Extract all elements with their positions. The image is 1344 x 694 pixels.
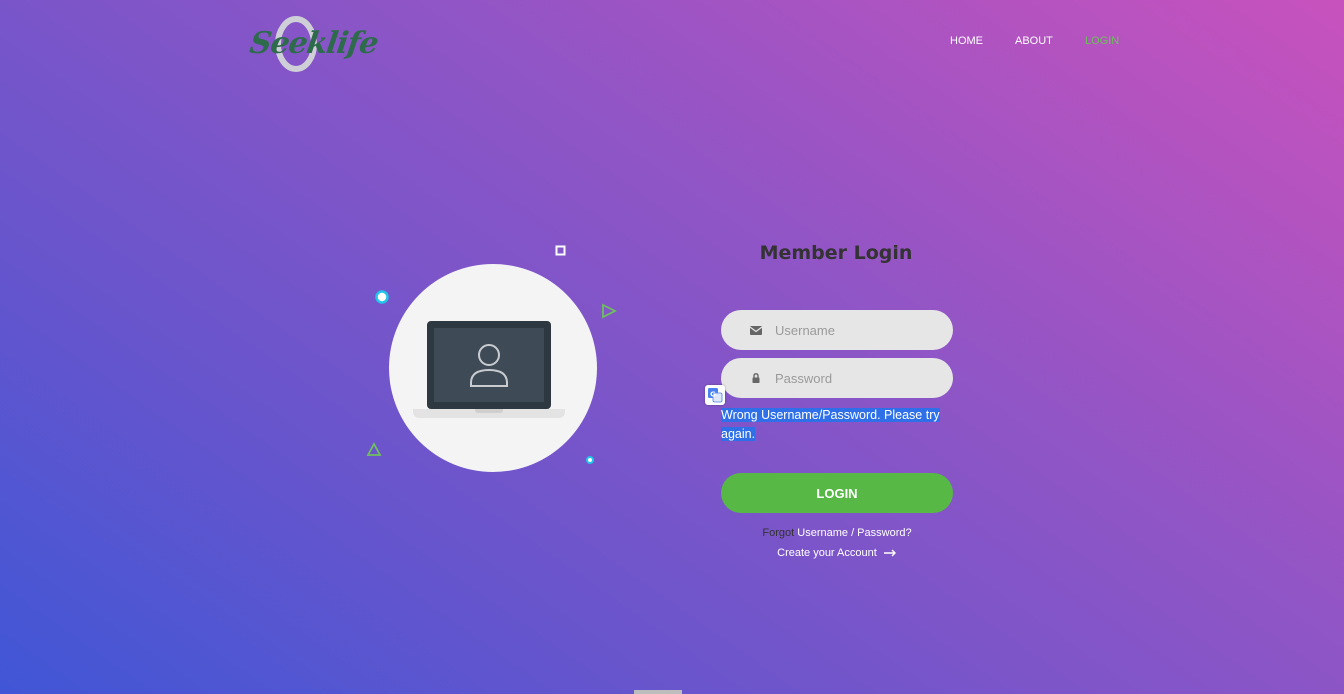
create-account-link[interactable]: Create your Account <box>777 547 877 559</box>
bottom-scroll-indicator <box>634 690 682 694</box>
translate-glyph-icon: G <box>708 388 723 403</box>
nav-login[interactable]: LOGIN <box>1085 35 1119 47</box>
laptop-display <box>434 328 544 402</box>
error-message: Wrong Username/Password. Please try agai… <box>721 406 953 444</box>
username-field[interactable] <box>721 310 953 350</box>
username-input[interactable] <box>775 310 935 350</box>
form-title: Member Login <box>759 242 913 264</box>
square-decoration-icon <box>555 245 566 256</box>
create-account[interactable]: Create your Account <box>721 547 953 559</box>
laptop-notch <box>475 409 503 413</box>
laptop-screen <box>427 321 551 409</box>
triangle-up-decoration-icon <box>366 442 382 456</box>
triangle-right-decoration-icon <box>602 303 617 319</box>
translate-icon[interactable]: G <box>705 385 725 405</box>
logo[interactable]: Seeklife <box>248 14 380 72</box>
error-text: Wrong Username/Password. Please try agai… <box>721 408 940 441</box>
svg-text:G: G <box>710 391 716 399</box>
nav-about[interactable]: ABOUT <box>1015 35 1053 47</box>
dot-decoration-icon <box>586 456 594 464</box>
envelope-icon <box>749 326 763 335</box>
login-button[interactable]: LOGIN <box>721 473 953 513</box>
arrow-right-icon <box>883 549 896 557</box>
forgot-credentials: Forgot Username / Password? <box>721 527 953 539</box>
brand-name: Seeklife <box>247 26 380 61</box>
password-field[interactable] <box>721 358 953 398</box>
forgot-link[interactable]: Username / Password? <box>797 527 911 539</box>
nav-home[interactable]: HOME <box>950 35 983 47</box>
user-icon <box>470 344 508 387</box>
lock-icon <box>752 373 760 383</box>
circle-decoration-icon <box>375 290 389 304</box>
password-input[interactable] <box>775 358 935 398</box>
forgot-prefix: Forgot <box>762 527 795 539</box>
